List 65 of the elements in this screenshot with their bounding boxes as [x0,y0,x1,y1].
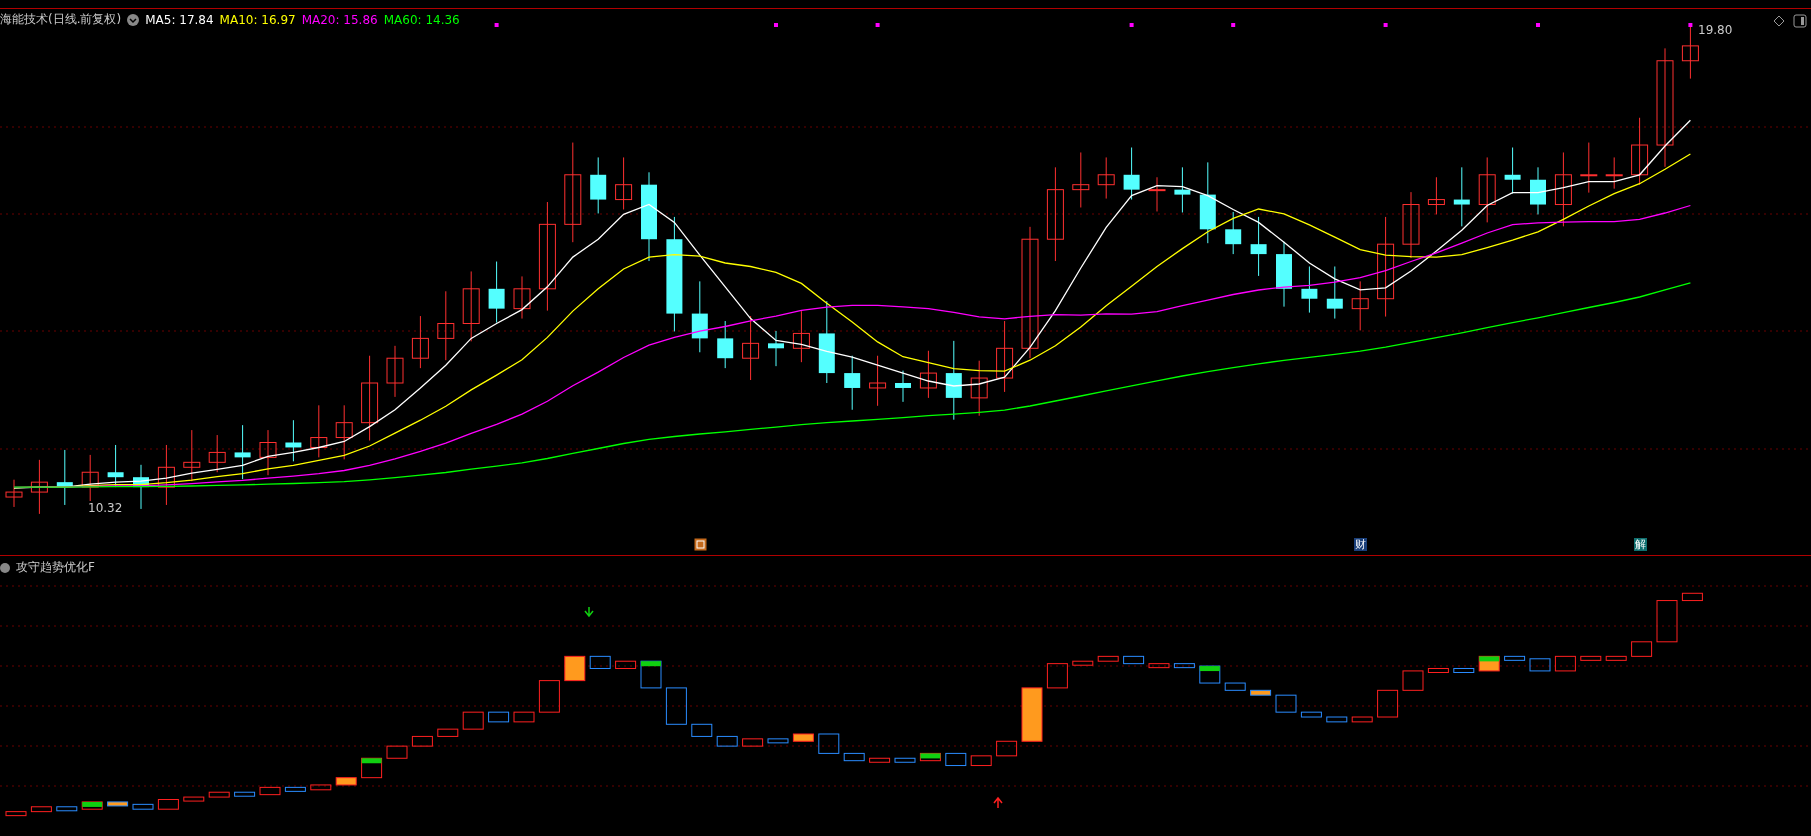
candlestick [1351,280,1369,331]
candlestick [208,434,226,473]
candlestick [1530,166,1546,215]
down-arrow-icon [584,606,594,618]
chart-title: 海能技术(日线.前复权) [0,11,122,28]
candlestick [1225,211,1242,255]
candlestick [234,424,251,480]
candlestick [717,320,734,369]
candlestick [1250,216,1267,277]
panel-toggle-icon[interactable] [1793,14,1807,28]
candlestick [310,404,328,458]
candlestick [615,156,633,210]
candlestick [1326,266,1343,320]
candlestick [1123,147,1140,201]
candlestick [768,330,784,367]
candlestick [1174,166,1191,213]
candlestick [133,464,149,510]
candlestick [1276,241,1292,308]
ma-value: MA10: 16.97 [219,12,296,27]
candlestick [183,429,201,482]
candlestick [462,270,480,342]
high-price-label: 19.80 [1698,23,1733,37]
diamond-icon[interactable] [1773,15,1785,27]
candlestick [919,350,937,399]
candlestick [590,156,607,214]
candlestick [81,454,99,502]
candlestick [792,310,810,363]
candlestick [335,404,353,460]
event-icon[interactable] [693,538,707,551]
indicator-title: 攻守趋势优化F [16,559,95,576]
candlestick [30,459,48,515]
candlestick [5,479,23,508]
up-arrow-icon [993,796,1003,809]
event-badge[interactable]: 解 [1633,538,1647,551]
candlestick [1478,156,1496,223]
candlestick [1631,117,1649,186]
candlestick [1072,151,1090,208]
ma-value: MA5: 17.84 [145,12,214,27]
candlestick [411,315,429,369]
candlestick [1301,266,1318,314]
candlestick [844,355,861,411]
candlestick [157,444,175,506]
candlestick [1453,166,1470,227]
candlestick [488,261,505,323]
candlestick [513,275,531,320]
candlestick [437,290,455,361]
candlestick [386,345,404,398]
candlestick [285,419,302,462]
candlestick [970,360,988,417]
candlestick [259,429,277,476]
event-badge[interactable]: 财 [1354,538,1368,551]
ma-value: MA60: 14.36 [383,12,460,27]
candlestick [742,315,760,381]
candlestick [1097,156,1115,200]
candlestick [1504,147,1521,195]
candlestick [1402,191,1420,259]
candlestick [869,355,887,407]
candlestick [1148,176,1166,212]
candlestick [895,370,911,403]
ma-value: MA20: 15.86 [301,12,378,27]
candlestick [1605,156,1623,190]
candlestick [1427,176,1445,215]
candlestick [1580,142,1598,194]
low-price-label: 10.32 [88,501,123,515]
candlestick [56,449,73,506]
